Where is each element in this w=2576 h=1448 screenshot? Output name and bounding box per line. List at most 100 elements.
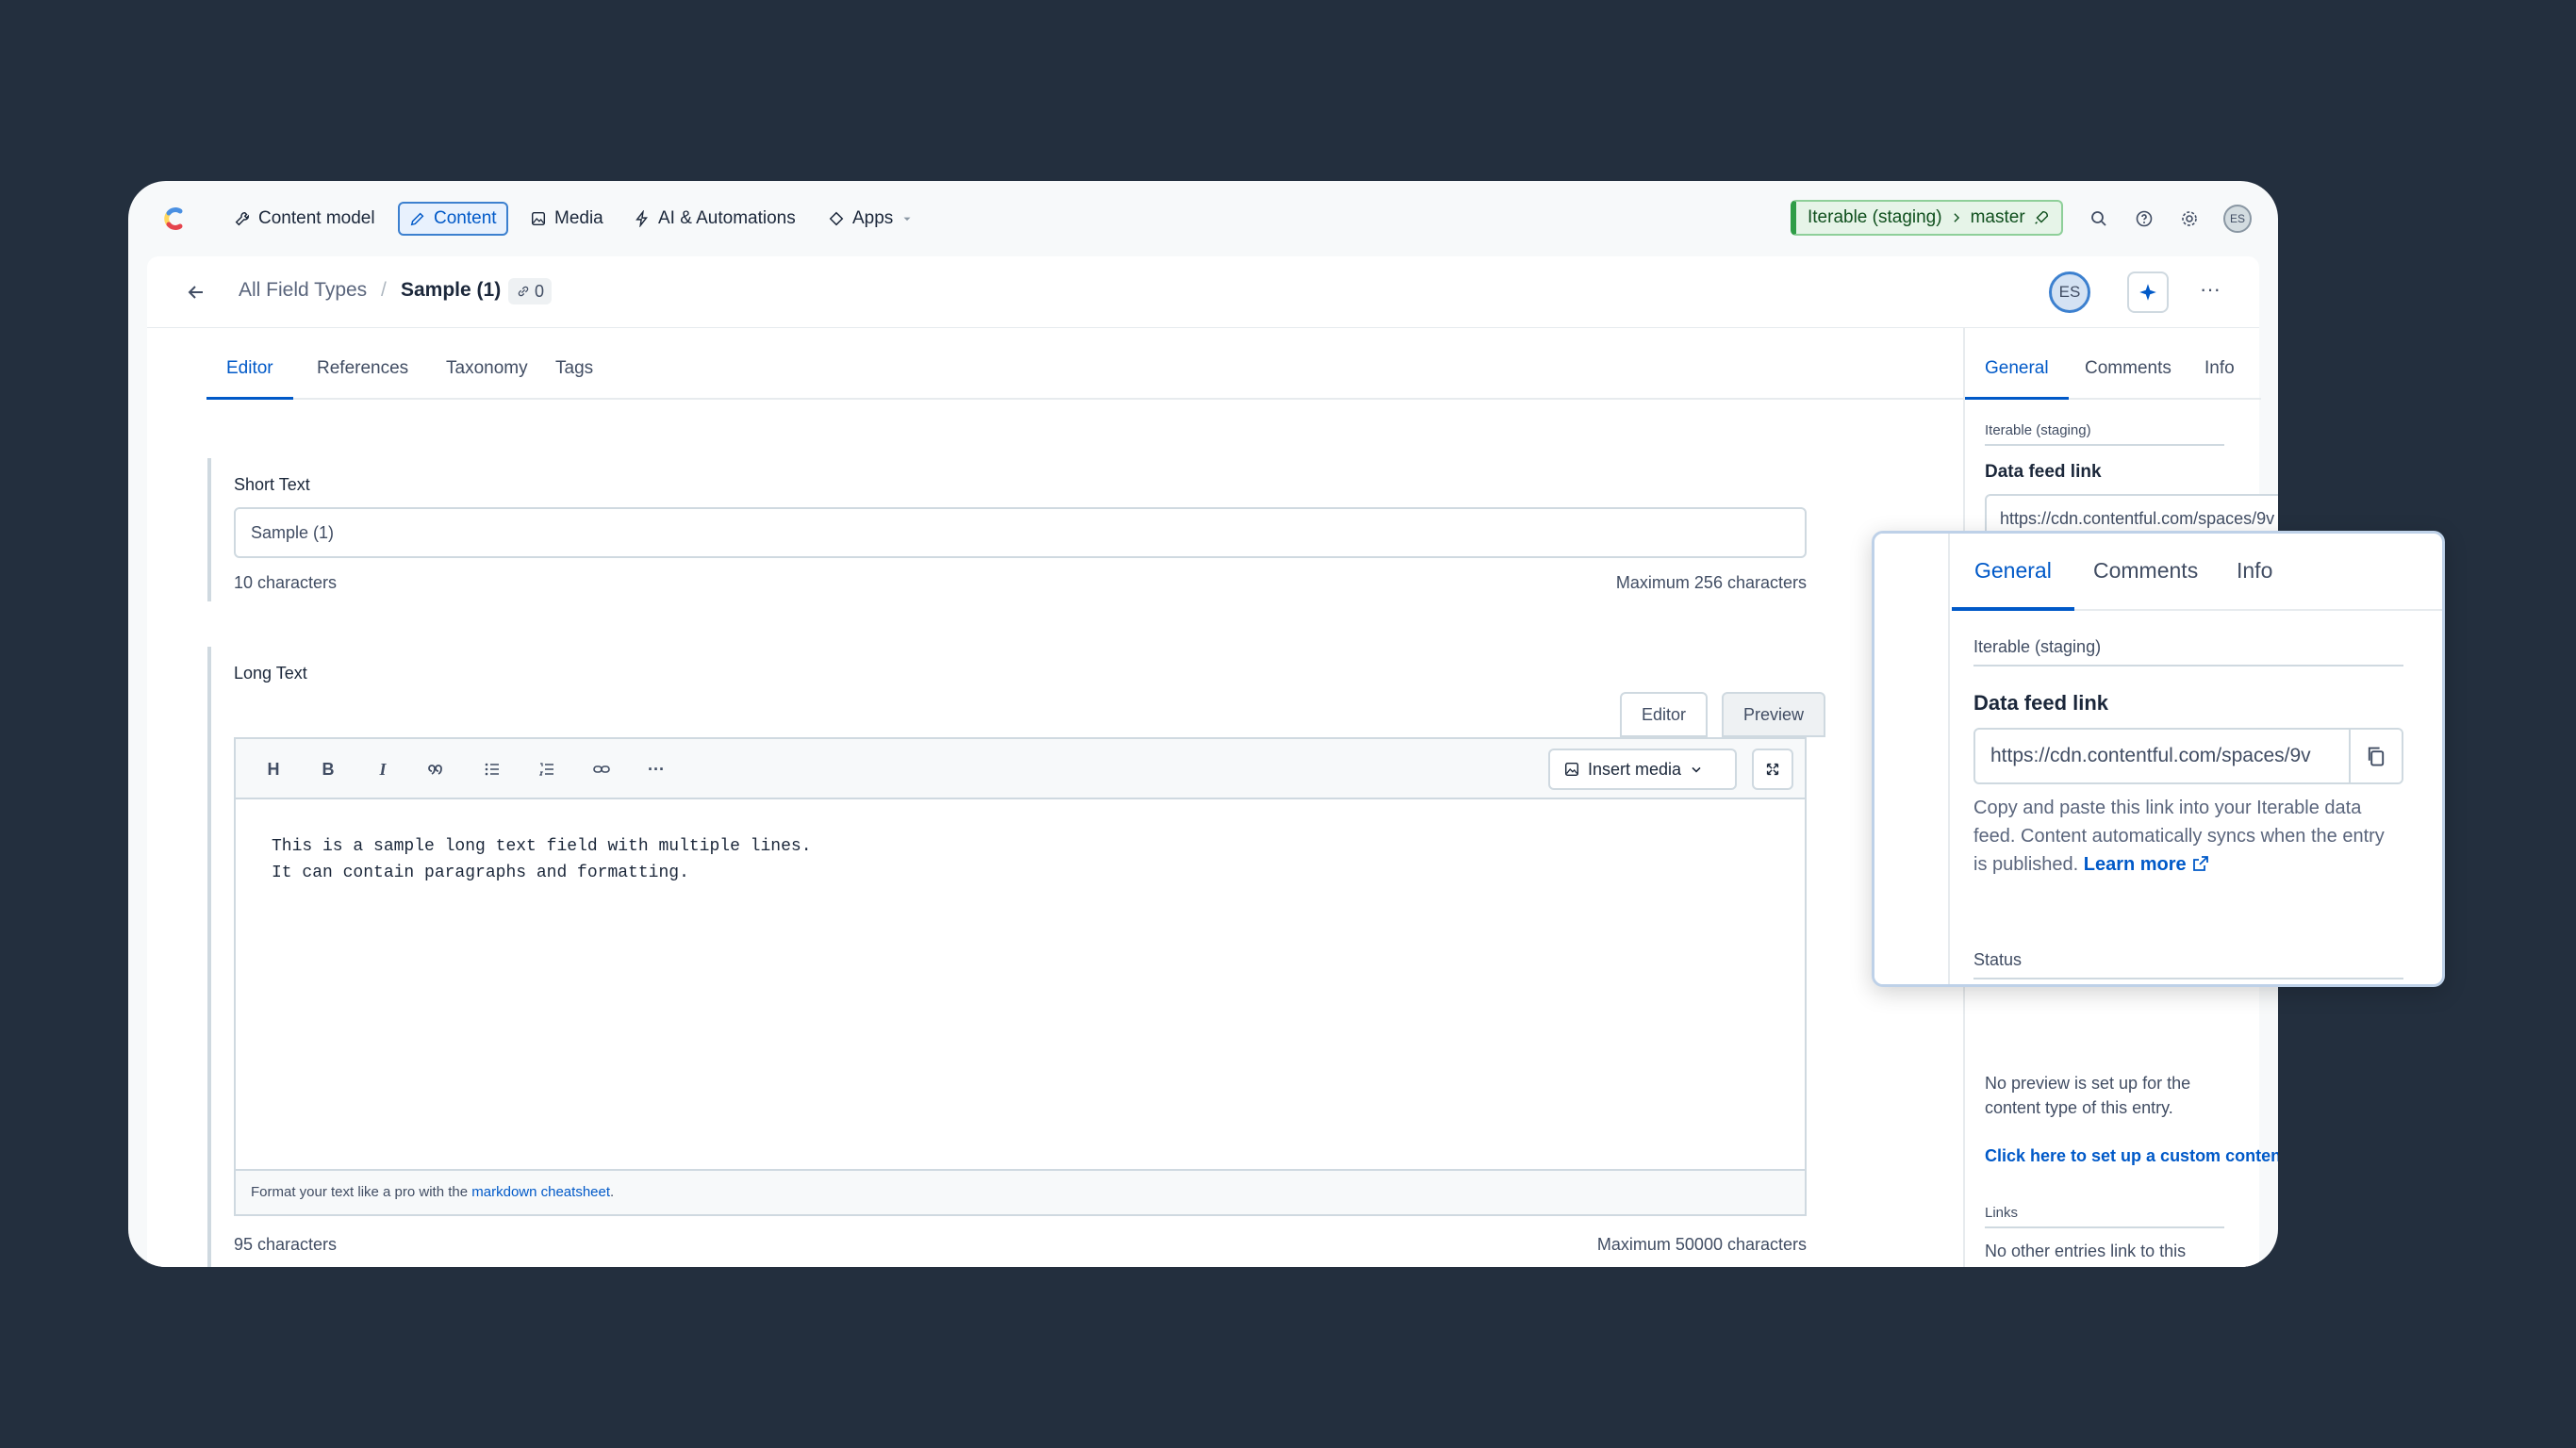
insert-media-label: Insert media bbox=[1588, 760, 1681, 780]
zoom-copy-button[interactable] bbox=[2349, 730, 2402, 782]
breadcrumb-parent[interactable]: All Field Types bbox=[239, 279, 367, 302]
link-button[interactable] bbox=[588, 756, 615, 782]
collaborator-avatar[interactable]: ES bbox=[2049, 272, 2090, 313]
nav-media[interactable]: Media bbox=[520, 202, 613, 236]
entry-title: Sample (1) bbox=[401, 279, 501, 302]
mode-editor-button[interactable]: Editor bbox=[1620, 692, 1708, 737]
help-icon[interactable] bbox=[2131, 206, 2157, 232]
short-text-input[interactable]: Sample (1) bbox=[234, 507, 1807, 558]
sidebar-tab-comments[interactable]: Comments bbox=[2065, 341, 2191, 400]
mode-preview-button[interactable]: Preview bbox=[1722, 692, 1825, 737]
back-arrow-icon[interactable] bbox=[185, 281, 207, 304]
sidebar-preview-link[interactable]: Click here to set up a custom content pr… bbox=[1985, 1146, 2278, 1166]
heading-button[interactable]: H bbox=[260, 756, 287, 782]
environment-switcher[interactable]: Iterable (staging) master bbox=[1791, 200, 2063, 236]
sidebar-space-section: Iterable (staging) bbox=[1985, 422, 2224, 446]
link-icon bbox=[516, 284, 531, 299]
sidebar-feed-label: Data feed link bbox=[1985, 462, 2102, 483]
environment-branch: master bbox=[1971, 207, 2025, 228]
fullscreen-button[interactable] bbox=[1752, 749, 1793, 790]
search-icon[interactable] bbox=[2086, 206, 2112, 232]
short-text-field: Short Text Sample (1) 10 characters Maxi… bbox=[207, 458, 211, 601]
zoom-tab-info[interactable]: Info bbox=[2214, 534, 2295, 611]
long-text-field: Long Text Editor Preview H B I bbox=[207, 647, 211, 1267]
nav-content[interactable]: Content bbox=[398, 202, 508, 236]
markdown-footer-text: Format your text like a pro with the bbox=[251, 1184, 471, 1200]
quote-icon bbox=[428, 760, 447, 779]
ai-assistant-button[interactable] bbox=[2127, 272, 2169, 313]
tab-references[interactable]: References bbox=[297, 341, 428, 400]
gear-icon[interactable] bbox=[2176, 206, 2203, 232]
references-count: 0 bbox=[535, 282, 544, 302]
nav-ai-automations-label: AI & Automations bbox=[658, 208, 796, 229]
puzzle-icon bbox=[828, 210, 845, 227]
zoom-tab-general[interactable]: General bbox=[1952, 534, 2074, 611]
zoom-left-strip bbox=[1874, 534, 1950, 987]
bullet-list-button[interactable] bbox=[479, 756, 505, 782]
references-badge[interactable]: 0 bbox=[508, 278, 552, 304]
sidebar-links-text: No other entries link to this entry. bbox=[1985, 1239, 2228, 1267]
markdown-editor: H B I ··· bbox=[234, 737, 1807, 1216]
sidebar-links-section: Links bbox=[1985, 1205, 2224, 1228]
numbered-list-button[interactable] bbox=[534, 756, 560, 782]
short-text-count: 10 characters bbox=[234, 573, 337, 593]
markdown-footer-end: . bbox=[610, 1184, 614, 1200]
bold-button[interactable]: B bbox=[315, 756, 341, 782]
long-text-max: Maximum 50000 characters bbox=[1597, 1235, 1807, 1255]
link-icon bbox=[592, 760, 611, 779]
zoom-status-section: Status bbox=[1973, 950, 2403, 979]
numbered-list-icon bbox=[537, 760, 556, 779]
environment-space: Iterable (staging) bbox=[1808, 207, 1942, 228]
user-avatar[interactable]: ES bbox=[2223, 205, 2252, 233]
short-text-label: Short Text bbox=[234, 475, 310, 495]
external-link-icon[interactable] bbox=[2191, 854, 2210, 873]
tab-taxonomy[interactable]: Taxonomy bbox=[426, 341, 548, 400]
more-formatting-button[interactable]: ··· bbox=[643, 756, 669, 782]
wrench-icon bbox=[234, 210, 251, 227]
image-icon bbox=[1563, 761, 1580, 778]
nav-ai-automations[interactable]: AI & Automations bbox=[624, 202, 805, 236]
breadcrumb-separator: / bbox=[381, 279, 387, 302]
copy-icon bbox=[2365, 745, 2387, 767]
zoom-feed-url[interactable]: https://cdn.contentful.com/spaces/9v bbox=[1973, 728, 2403, 784]
markdown-toolbar: H B I ··· bbox=[236, 739, 1805, 799]
zoom-callout: General Comments Info Iterable (staging)… bbox=[1872, 531, 2445, 987]
sidebar-tab-info[interactable]: Info bbox=[2185, 341, 2254, 400]
sidebar-feed-url-text: https://cdn.contentful.com/spaces/9v bbox=[2000, 509, 2274, 528]
bolt-icon bbox=[634, 210, 651, 227]
caret-down-icon bbox=[900, 212, 914, 225]
markdown-content[interactable]: This is a sample long text field with mu… bbox=[272, 833, 812, 886]
sidebar-no-preview-text: No preview is set up for the content typ… bbox=[1985, 1071, 2228, 1120]
long-text-label: Long Text bbox=[234, 664, 307, 683]
nav-apps-label: Apps bbox=[852, 208, 893, 229]
quote-button[interactable] bbox=[424, 756, 451, 782]
more-options-button[interactable]: ··· bbox=[2195, 277, 2225, 307]
nav-apps[interactable]: Apps bbox=[818, 202, 923, 236]
sidebar-tab-general[interactable]: General bbox=[1965, 341, 2069, 400]
nav-content-model[interactable]: Content model bbox=[224, 202, 385, 236]
nav-content-label: Content bbox=[434, 208, 497, 229]
zoom-feed-url-text: https://cdn.contentful.com/spaces/9v bbox=[1990, 745, 2311, 766]
nav-content-model-label: Content model bbox=[258, 208, 375, 229]
tab-tags[interactable]: Tags bbox=[536, 341, 613, 400]
chevron-down-icon bbox=[1689, 762, 1704, 777]
zoom-tab-comments[interactable]: Comments bbox=[2071, 534, 2221, 611]
image-icon bbox=[530, 210, 547, 227]
italic-button[interactable]: I bbox=[370, 756, 396, 782]
top-navigation: Content model Content Media AI & Automat… bbox=[128, 181, 2278, 256]
zoom-feed-label: Data feed link bbox=[1973, 691, 2108, 716]
markdown-cheatsheet-link[interactable]: markdown cheatsheet bbox=[471, 1184, 610, 1200]
chevron-right-icon bbox=[1950, 211, 1963, 224]
contentful-logo-icon[interactable] bbox=[158, 204, 189, 234]
short-text-max: Maximum 256 characters bbox=[1616, 573, 1807, 593]
bullet-list-icon bbox=[483, 760, 502, 779]
rocket-icon bbox=[2033, 209, 2050, 226]
sidebar-tabs: General Comments Info bbox=[1965, 341, 2261, 400]
markdown-footer: Format your text like a pro with the mar… bbox=[236, 1169, 1805, 1214]
learn-more-link[interactable]: Learn more bbox=[2084, 854, 2187, 875]
long-text-count: 95 characters bbox=[234, 1235, 337, 1255]
insert-media-button[interactable]: Insert media bbox=[1548, 749, 1737, 790]
zoom-space-section: Iterable (staging) bbox=[1973, 637, 2403, 666]
tab-editor[interactable]: Editor bbox=[206, 341, 293, 400]
pencil-icon bbox=[409, 210, 426, 227]
